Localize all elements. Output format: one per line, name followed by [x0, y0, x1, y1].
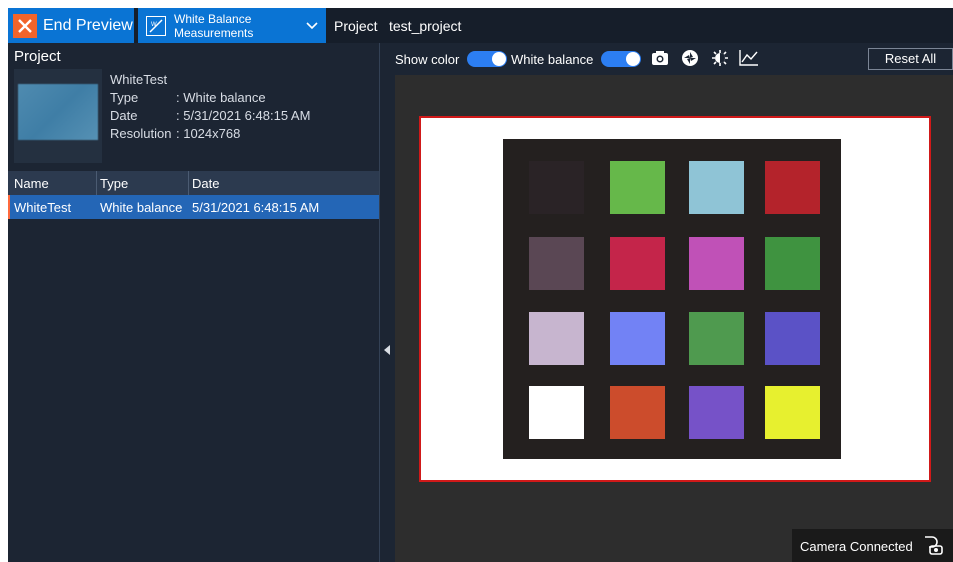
color-swatch	[610, 312, 665, 365]
color-swatch	[689, 312, 744, 365]
color-swatch	[689, 237, 744, 290]
item-name: WhiteTest	[110, 72, 168, 87]
project-panel: Project WhiteTest Type: White balance Da…	[8, 43, 379, 562]
meta-type: Type: White balance	[110, 90, 266, 105]
meta-resolution: Resolution: 1024x768	[110, 126, 241, 141]
color-swatch	[689, 161, 744, 214]
panel-title: Project	[14, 48, 61, 65]
image-viewer[interactable]: Camera Connected	[395, 75, 953, 562]
close-icon	[13, 13, 37, 38]
color-swatch	[610, 237, 665, 290]
color-swatch	[765, 161, 820, 214]
cell-date: 5/31/2021 6:48:15 AM	[192, 200, 320, 215]
color-swatch	[529, 161, 584, 214]
table-row[interactable]: WhiteTest White balance 5/31/2021 6:48:1…	[8, 195, 379, 219]
meta-date: Date: 5/31/2021 6:48:15 AM	[110, 108, 311, 123]
mode-label: White Balance Measurements	[174, 11, 254, 40]
color-swatch	[529, 386, 584, 439]
brightness-icon[interactable]	[711, 49, 729, 72]
aperture-icon[interactable]	[681, 49, 699, 72]
project-thumbnail	[14, 69, 102, 163]
column-header-type[interactable]: Type	[100, 176, 128, 191]
preview-toolbar: Show color White balance Reset All	[395, 43, 953, 75]
color-swatch	[765, 312, 820, 365]
mode-dropdown[interactable]: W White Balance Measurements	[138, 8, 326, 43]
color-swatch	[529, 312, 584, 365]
project-name: test_project	[389, 18, 462, 34]
reset-all-button[interactable]: Reset All	[868, 48, 953, 70]
white-balance-label: White balance	[511, 52, 594, 67]
preview-image-frame	[419, 116, 931, 482]
column-header-name[interactable]: Name	[14, 176, 49, 191]
show-color-label: Show color	[395, 52, 460, 67]
preview-panel: Show color White balance Reset All Camer…	[395, 43, 953, 562]
color-swatch	[610, 161, 665, 214]
chart-line-icon[interactable]	[739, 49, 759, 72]
color-swatch	[529, 237, 584, 290]
chevron-down-icon	[306, 17, 318, 35]
end-preview-button[interactable]: End Preview	[8, 8, 134, 43]
status-bar: Camera Connected	[792, 529, 953, 562]
end-preview-label: End Preview	[43, 16, 133, 34]
show-color-toggle[interactable]	[467, 51, 507, 67]
color-swatch	[610, 386, 665, 439]
color-swatch	[689, 386, 744, 439]
svg-text:W: W	[151, 22, 157, 28]
table-header: Name Type Date	[8, 171, 379, 195]
color-checker-chart	[503, 139, 841, 459]
white-balance-toggle[interactable]	[601, 51, 641, 67]
color-swatch	[765, 386, 820, 439]
color-swatch	[765, 237, 820, 290]
camera-icon[interactable]	[651, 49, 669, 72]
column-header-date[interactable]: Date	[192, 176, 219, 191]
top-bar: End Preview W White Balance Measurements…	[8, 8, 953, 43]
measurement-table: Name Type Date WhiteTest White balance 5…	[8, 171, 379, 219]
cell-name: WhiteTest	[14, 200, 72, 215]
cell-type: White balance	[100, 200, 183, 215]
app-window: End Preview W White Balance Measurements…	[8, 8, 953, 562]
camera-status-text: Camera Connected	[800, 539, 913, 554]
camera-link-icon	[921, 534, 945, 559]
white-balance-icon: W	[146, 15, 166, 36]
panel-splitter[interactable]	[379, 43, 395, 562]
project-label: Project	[334, 18, 378, 34]
collapse-left-icon[interactable]	[383, 343, 391, 361]
project-meta: WhiteTest Type: White balance Date: 5/31…	[110, 71, 310, 143]
